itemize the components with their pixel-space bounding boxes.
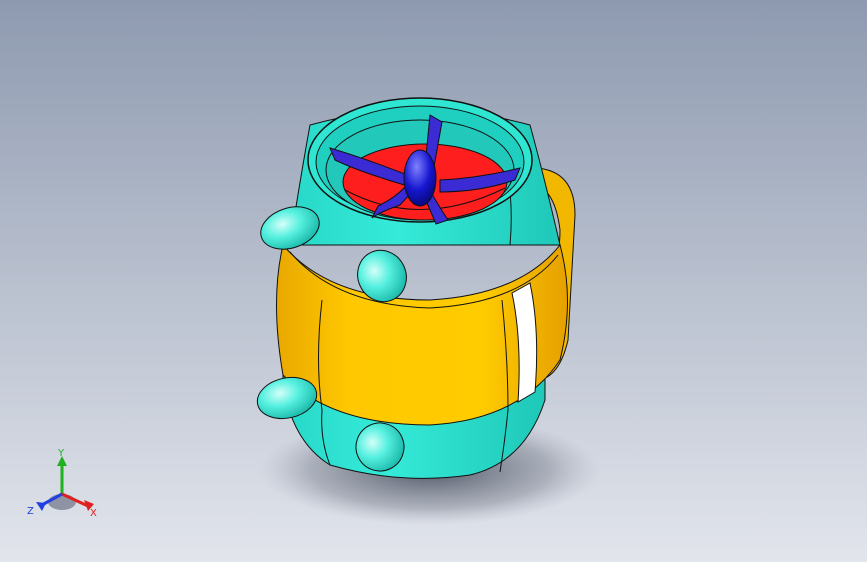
view-triad[interactable]: Y X Z — [26, 448, 106, 524]
x-axis-label: X — [90, 508, 97, 519]
spinner-cone[interactable] — [403, 149, 437, 207]
y-axis-label: Y — [57, 448, 65, 459]
part-model[interactable] — [0, 0, 867, 562]
3d-viewport[interactable]: Y X Z — [0, 0, 867, 562]
z-axis-label: Z — [27, 506, 34, 517]
z-arrowhead-icon — [36, 502, 46, 511]
triad-base-icon — [48, 494, 76, 510]
